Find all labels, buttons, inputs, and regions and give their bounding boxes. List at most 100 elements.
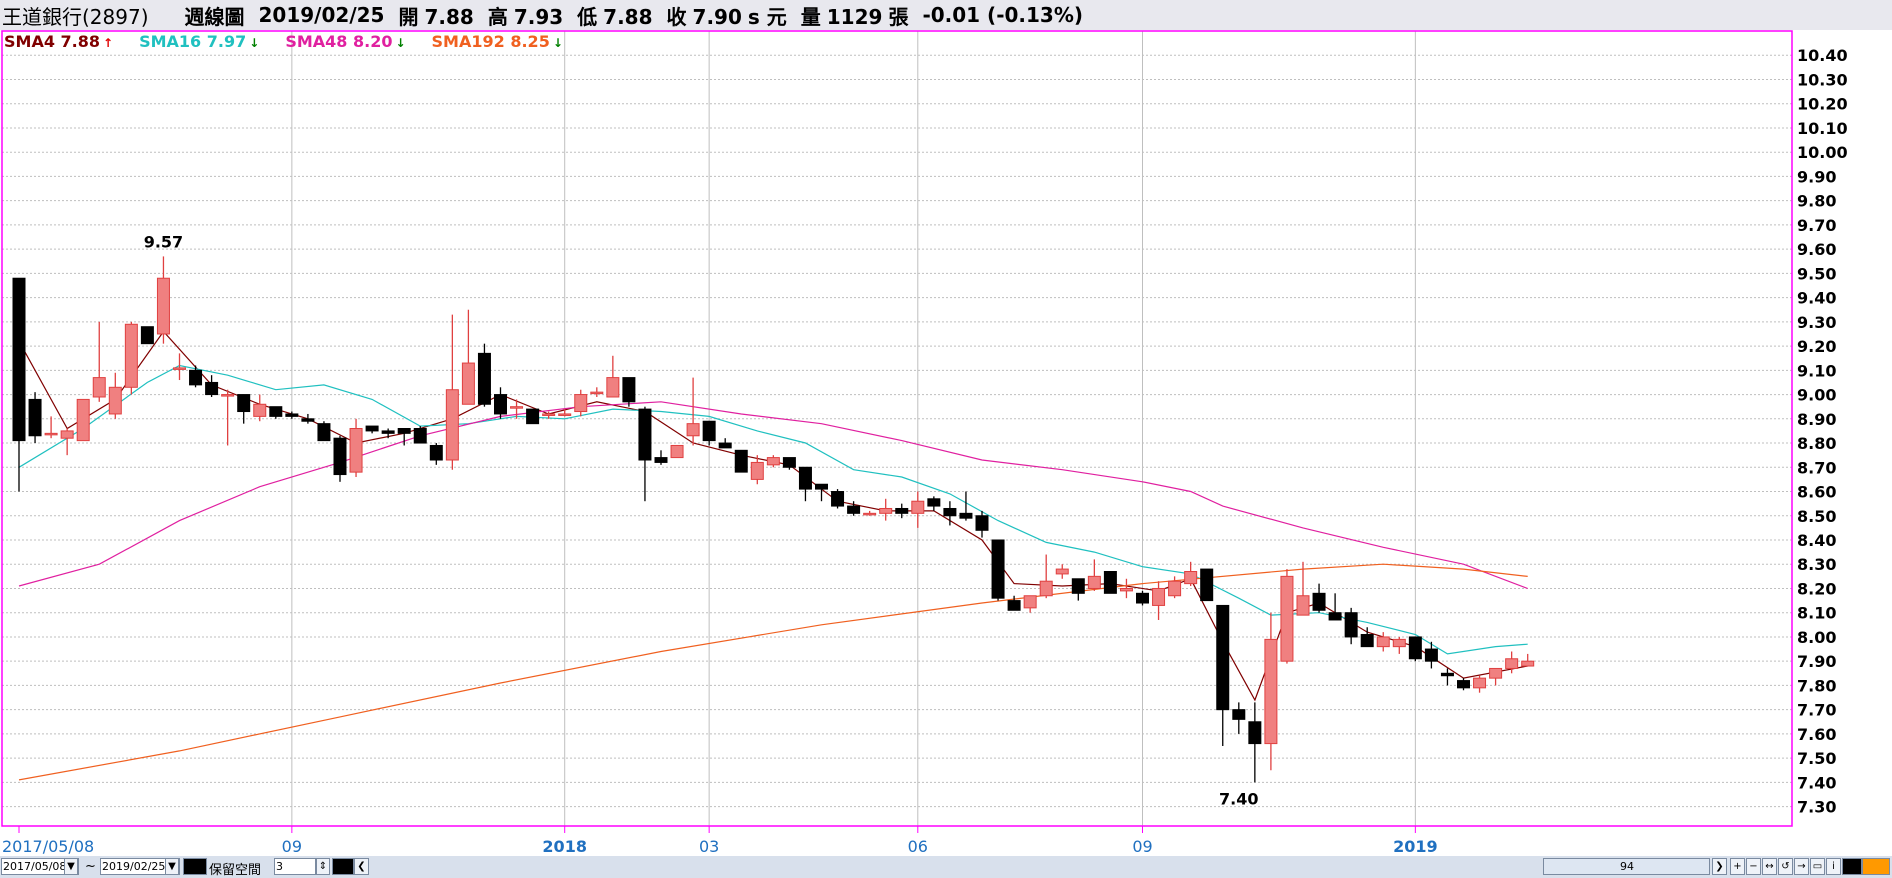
end-date-dropdown-icon[interactable]: ▼ xyxy=(165,858,179,875)
candle xyxy=(1408,636,1422,662)
legend-sma192-arrow-icon: ↓ xyxy=(552,36,563,50)
candle xyxy=(1200,568,1214,602)
candle-body xyxy=(173,367,186,370)
scroll-left-icon[interactable]: ❮ xyxy=(354,858,369,875)
candle xyxy=(413,426,427,444)
y-tick-label: 8.00 xyxy=(1797,628,1836,647)
scroll-right-icon[interactable]: ❯ xyxy=(1712,858,1727,875)
candle-body xyxy=(1184,571,1198,585)
candle xyxy=(76,398,90,442)
zoom-in-icon[interactable]: + xyxy=(1730,858,1745,875)
end-date-value: 2019/02/25 xyxy=(102,860,166,873)
candle-body xyxy=(542,413,556,416)
candle-body xyxy=(686,423,700,437)
y-tick-label: 7.80 xyxy=(1797,676,1836,695)
legend-sma48-arrow-icon: ↓ xyxy=(395,36,406,50)
candle-body xyxy=(1168,580,1182,597)
y-tick-label: 8.20 xyxy=(1797,579,1836,598)
price-change: -0.01 (-0.13%) xyxy=(922,3,1084,27)
candle-body xyxy=(253,403,267,417)
scroll-start-button[interactable] xyxy=(332,858,354,875)
candle-body xyxy=(28,398,42,437)
candle-body xyxy=(1232,709,1246,720)
y-tick-label: 10.40 xyxy=(1797,46,1848,65)
candle-body xyxy=(863,512,877,516)
close-label: 收 xyxy=(666,4,687,29)
y-tick-label: 7.30 xyxy=(1797,798,1836,817)
candle xyxy=(622,377,636,407)
close-quote: 收 7.90 s 元 xyxy=(667,1,787,30)
candle xyxy=(317,421,331,442)
reserve-spin-icon[interactable]: ⇕ xyxy=(316,858,330,875)
y-tick-label: 9.60 xyxy=(1797,240,1836,259)
candle-body xyxy=(1376,636,1390,648)
legend-sma192-value: 8.25 xyxy=(510,32,550,51)
export-icon[interactable] xyxy=(1862,858,1890,875)
candle-body xyxy=(1087,575,1101,589)
y-tick-label: 8.10 xyxy=(1797,604,1836,623)
legend-sma4-value: 7.88 xyxy=(60,32,101,51)
zoom-out-icon[interactable]: − xyxy=(1746,858,1761,875)
candle-body xyxy=(92,377,106,398)
candle-body xyxy=(1457,680,1470,689)
candle-body xyxy=(189,369,203,386)
candle xyxy=(526,408,540,425)
sma-legend: SMA4 7.88 ↑ SMA16 7.97 ↓ SMA48 8.20 ↓ SMA19… xyxy=(4,32,589,54)
y-tick-label: 8.40 xyxy=(1797,531,1836,550)
candle-body xyxy=(76,398,90,442)
candle-body xyxy=(1119,587,1133,592)
legend-sma16-value: 7.97 xyxy=(206,32,247,51)
candle-body xyxy=(750,461,764,480)
y-tick-label: 9.70 xyxy=(1797,216,1836,235)
candle-body xyxy=(1055,568,1069,575)
close-value: 7.90 xyxy=(692,4,742,29)
dark-mode-icon[interactable] xyxy=(1842,858,1862,875)
candle-body xyxy=(445,389,459,461)
info-icon[interactable]: ⅰ xyxy=(1826,858,1841,875)
legend-sma16[interactable]: SMA16 7.97 ↓ xyxy=(139,32,259,54)
legend-sma4[interactable]: SMA4 7.88 ↑ xyxy=(4,32,113,54)
step-icon[interactable]: → xyxy=(1794,858,1809,875)
candle-body xyxy=(702,420,716,442)
y-tick-label: 8.90 xyxy=(1797,410,1836,429)
pan-icon[interactable]: ↔ xyxy=(1762,858,1777,875)
candle-body xyxy=(108,386,122,415)
start-date-dropdown-icon[interactable]: ▼ xyxy=(64,858,78,875)
high-label: 高 xyxy=(487,4,508,29)
candle-body xyxy=(1023,595,1037,609)
x-tick-label: 2019 xyxy=(1393,837,1438,856)
candle-body xyxy=(815,483,828,490)
y-tick-label: 10.10 xyxy=(1797,119,1848,138)
candle-body xyxy=(1424,648,1438,662)
candle-body xyxy=(1248,721,1262,745)
candle-body xyxy=(1280,575,1294,662)
y-tick-label: 9.30 xyxy=(1797,313,1836,332)
candle-body xyxy=(831,491,845,507)
legend-sma192[interactable]: SMA192 8.25 ↓ xyxy=(432,32,563,54)
legend-sma48[interactable]: SMA48 8.20 ↓ xyxy=(285,32,405,54)
candle-body xyxy=(847,505,861,514)
candle-body xyxy=(734,449,748,473)
reset-icon[interactable]: ↺ xyxy=(1778,858,1793,875)
candle-body xyxy=(895,507,909,514)
reserve-space-input[interactable]: 3 xyxy=(274,858,316,875)
legend-sma16-label: SMA16 xyxy=(139,32,202,51)
scroll-position-value: 94 xyxy=(1620,860,1634,873)
candlestick-chart[interactable]: 10.40 10.30 10.20 10.10 10.00 9.90 9.80 9.70 9.6… xyxy=(0,30,1892,856)
candle xyxy=(477,343,491,407)
candle xyxy=(734,449,748,473)
extreme-value-label: 9.57 xyxy=(144,232,183,251)
y-tick-label: 8.70 xyxy=(1797,458,1836,477)
candle-body xyxy=(221,394,235,397)
high-quote: 高 7.93 xyxy=(488,1,563,30)
candle-body xyxy=(1136,592,1149,604)
color-swatch[interactable] xyxy=(183,858,207,875)
candle-body xyxy=(237,394,251,413)
fit-icon[interactable]: ▭ xyxy=(1810,858,1825,875)
candle-body xyxy=(1264,638,1278,745)
candle-body xyxy=(429,444,443,461)
candle-body xyxy=(140,326,154,345)
candle xyxy=(140,326,154,345)
legend-sma48-value: 8.20 xyxy=(352,32,393,51)
scroll-thumb[interactable]: 94 xyxy=(1543,858,1710,875)
